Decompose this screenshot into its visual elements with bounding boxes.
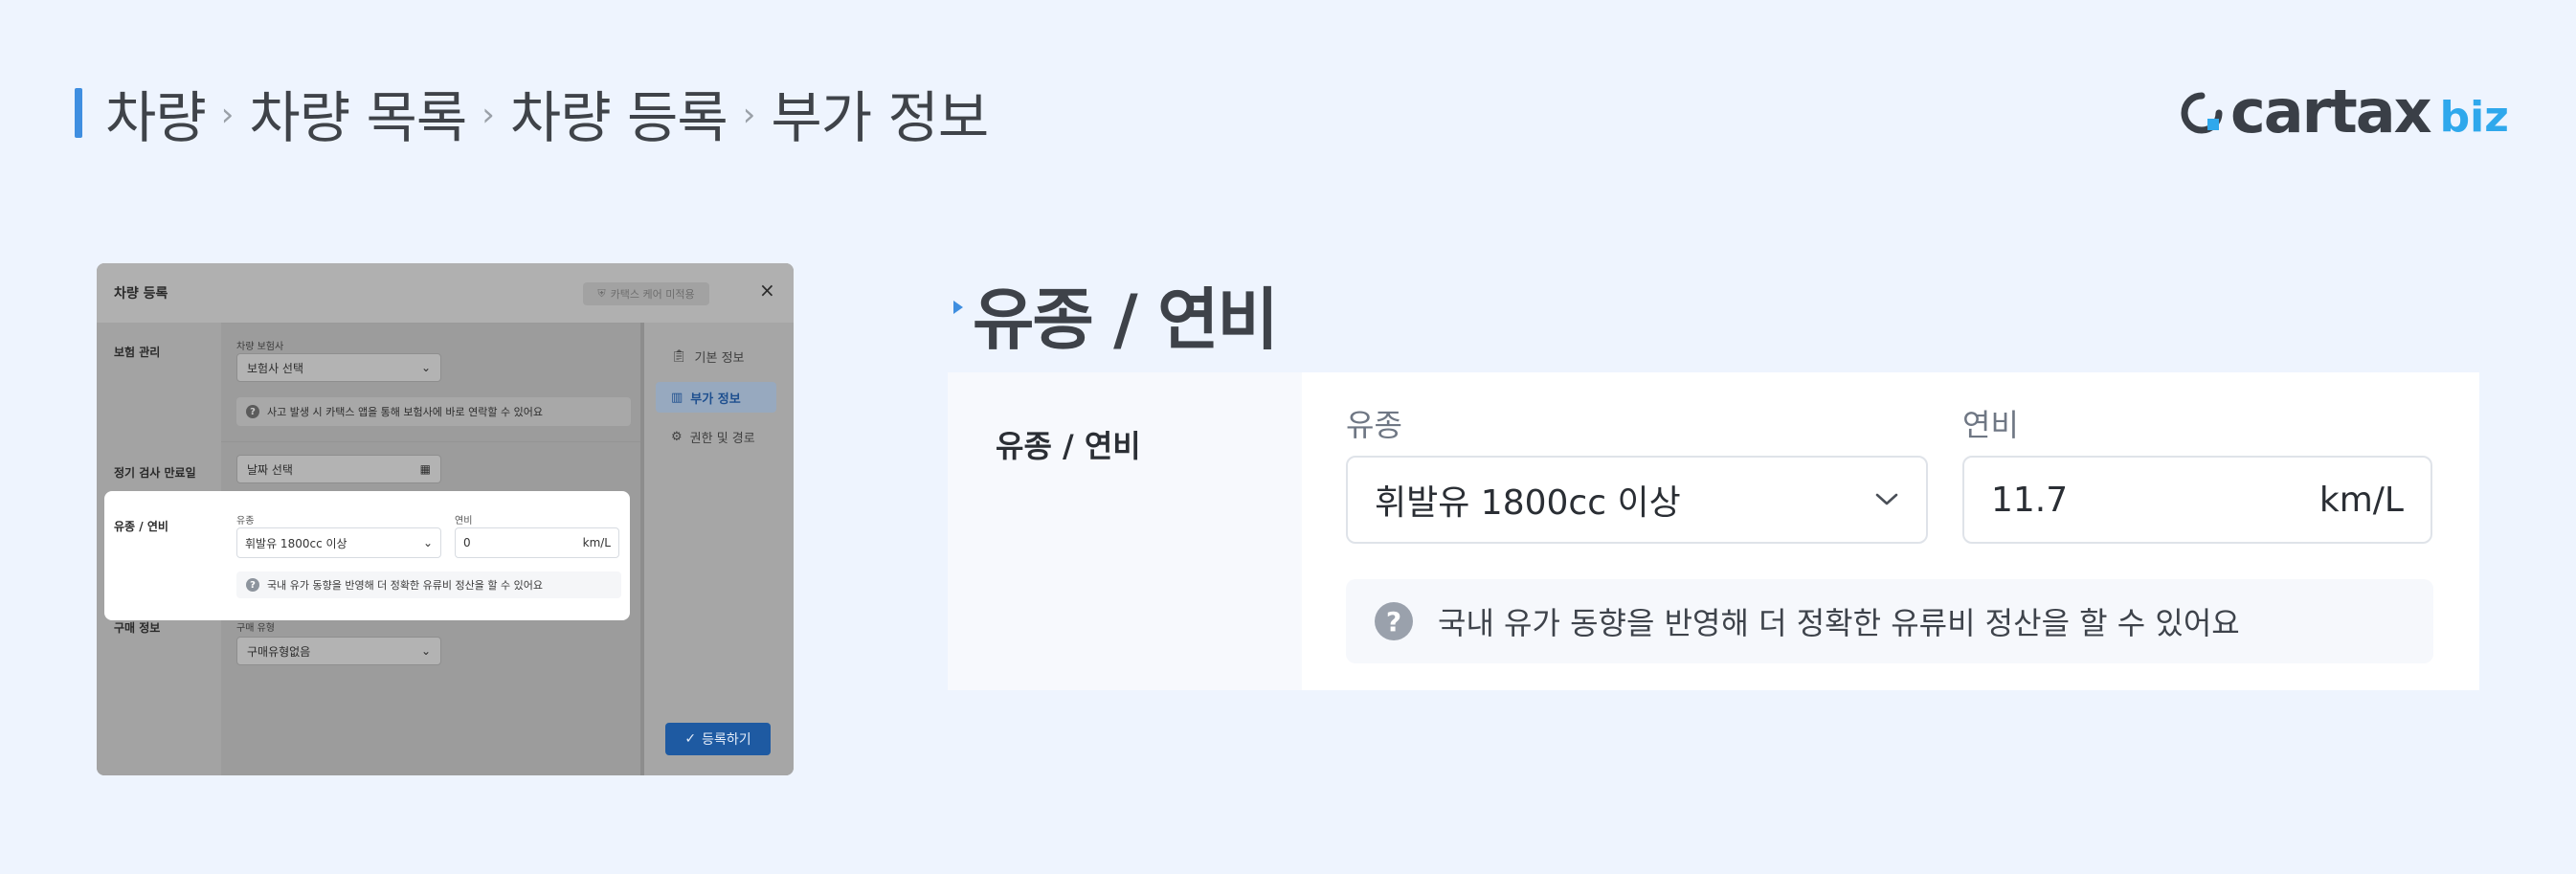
nav-item-permissions[interactable]: ⚙ 권한 및 경로 (671, 428, 755, 446)
building-icon: ▥ (671, 391, 683, 405)
fuel-detail-label-column (948, 372, 1302, 690)
efficiency-unit: km/L (582, 536, 611, 549)
breadcrumb-item-vehicle-list[interactable]: 차량 목록 (249, 73, 467, 153)
logo-wordmark: cartax (2230, 77, 2432, 146)
detail-title: 유종 / 연비 (973, 280, 1279, 359)
clipboard-icon: 📋︎ (671, 349, 687, 364)
efficiency-input[interactable]: 0 km/L (455, 527, 619, 558)
efficiency-field-unit: km/L (2318, 480, 2404, 520)
inspection-label: 정기 검사 만료일 (114, 466, 196, 480)
nav-item-extra-info[interactable]: ▥ 부가 정보 (671, 389, 741, 407)
chevron-down-icon: ⌄ (422, 536, 433, 549)
fuel-type-value: 휘발유 1800cc 이상 (245, 536, 347, 550)
breadcrumb-separator-icon: › (220, 96, 235, 134)
nav-item-extra-label: 부가 정보 (690, 392, 741, 407)
nav-item-permissions-label: 권한 및 경로 (689, 432, 755, 446)
cartax-care-chip[interactable]: ⛨ 카택스 케어 미적용 (583, 282, 709, 305)
efficiency-field[interactable]: 11.7 km/L (1962, 456, 2432, 544)
efficiency-field-value: 11.7 (1991, 480, 2069, 520)
nav-item-basic-info[interactable]: 📋︎ 기본 정보 (671, 347, 745, 366)
modal-title: 차량 등록 (114, 286, 168, 302)
breadcrumb-item-vehicle-register[interactable]: 차량 등록 (510, 73, 728, 153)
breadcrumb-separator-icon: › (742, 96, 756, 134)
purchase-label: 구매 정보 (114, 621, 161, 635)
nav-item-basic-label: 기본 정보 (694, 351, 745, 366)
insurance-info-text: 사고 발생 시 카택스 앱을 통해 보험사에 바로 연락할 수 있어요 (267, 406, 543, 418)
chevron-down-icon: ⌄ (420, 644, 431, 658)
fuel-type-dropdown[interactable]: 휘발유 1800cc 이상 (1346, 456, 1928, 544)
shield-icon: ⛨ (597, 287, 606, 300)
close-icon[interactable]: × (759, 279, 775, 302)
breadcrumb-accent-bar (75, 88, 82, 138)
fuel-info-banner: ? 국내 유가 동향을 반영해 더 정확한 유류비 정산을 할 수 있어요 (1346, 579, 2433, 663)
question-icon: ? (246, 405, 259, 418)
purchase-type-select[interactable]: 구매유형없음 ⌄ (236, 637, 441, 665)
breadcrumb-item-vehicle[interactable]: 차량 (105, 73, 207, 153)
insurance-company-value: 보험사 선택 (247, 361, 304, 375)
register-button-label: 등록하기 (702, 732, 751, 748)
breadcrumb-item-extra-info: 부가 정보 (771, 85, 989, 150)
fuel-info-text: 국내 유가 동향을 반영해 더 정확한 유류비 정산을 할 수 있어요 (267, 579, 543, 592)
fuel-type-select[interactable]: 휘발유 1800cc 이상 ⌄ (236, 527, 441, 558)
register-button[interactable]: ✓ 등록하기 (665, 723, 771, 755)
cartax-logo: cartax biz (2181, 75, 2509, 142)
fuel-detail-panel: 유종 / 연비 유종 연비 휘발유 1800cc 이상 11.7 km/L ? … (948, 372, 2479, 690)
fuel-section-highlight: 유종 / 연비 유종 휘발유 1800cc 이상 ⌄ 연비 0 km/L ? 국… (104, 491, 630, 620)
calendar-icon: ▦ (419, 462, 431, 476)
insurance-company-label: 차량 보험사 (236, 342, 284, 352)
fuel-section-label: 유종 / 연비 (114, 520, 168, 533)
breadcrumb-separator-icon: › (482, 96, 495, 134)
title-pointer-icon (953, 301, 963, 314)
breadcrumb: 차량 › 차량 목록 › 차량 등록 › 부가 정보 (105, 73, 989, 153)
section-divider (221, 441, 640, 442)
chevron-down-icon (1875, 493, 1898, 505)
insurance-info: ? 사고 발생 시 카택스 앱을 통해 보험사에 바로 연락할 수 있어요 (236, 397, 631, 426)
efficiency-field-label: 연비 (1962, 407, 2019, 443)
cartax-care-chip-label: 카택스 케어 미적용 (610, 288, 695, 301)
question-icon: ? (246, 578, 259, 592)
question-icon: ? (1375, 602, 1413, 640)
fuel-info-banner-text: 국내 유가 동향을 반영해 더 정확한 유류비 정산을 할 수 있어요 (1438, 605, 2240, 641)
fuel-type-label: 유종 (236, 516, 255, 527)
logo-mark-icon (2181, 92, 2223, 134)
chevron-down-icon: ⌄ (420, 361, 431, 374)
fuel-info: ? 국내 유가 동향을 반영해 더 정확한 유류비 정산을 할 수 있어요 (236, 571, 621, 598)
purchase-type-label: 구매 유형 (236, 623, 275, 634)
fuel-detail-row-label: 유종 / 연비 (996, 428, 1141, 464)
fuel-type-field-label: 유종 (1346, 407, 1402, 443)
efficiency-label: 연비 (455, 516, 473, 527)
gear-icon: ⚙ (671, 430, 683, 444)
inspection-date-placeholder: 날짜 선택 (247, 462, 293, 477)
insurance-label: 보험 관리 (114, 346, 161, 359)
fuel-type-selected-value: 휘발유 1800cc 이상 (1375, 483, 1681, 523)
inspection-date-input[interactable]: 날짜 선택 ▦ (236, 455, 441, 483)
purchase-type-value: 구매유형없음 (247, 644, 311, 659)
efficiency-value: 0 (463, 536, 471, 549)
check-icon: ✓ (684, 731, 697, 747)
logo-suffix: biz (2439, 93, 2509, 142)
insurance-company-select[interactable]: 보험사 선택 ⌄ (236, 353, 441, 382)
